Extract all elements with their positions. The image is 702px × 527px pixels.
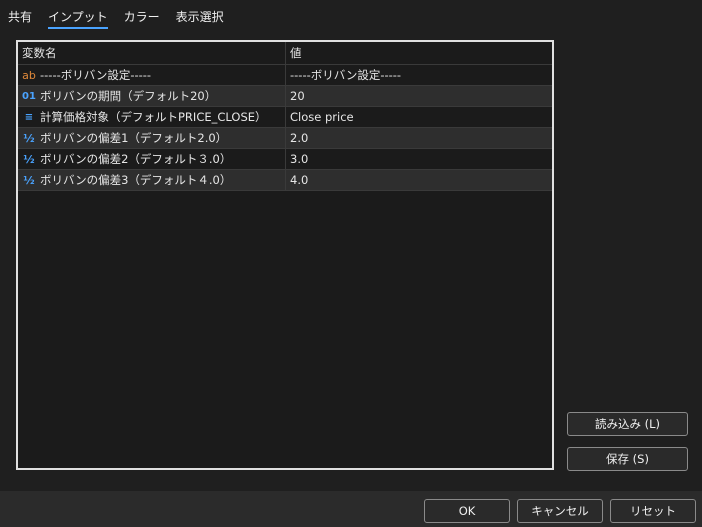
table-row[interactable]: ½ ボリバンの偏差3（デフォルト４.0） 4.0 (18, 170, 552, 191)
parameter-label: ボリバンの偏差3（デフォルト４.0） (40, 173, 232, 187)
tab-inputs[interactable]: インプット (40, 0, 116, 32)
parameter-label: ボリバンの期間（デフォルト20） (40, 89, 217, 103)
parameter-name: ½ ボリバンの偏差3（デフォルト４.0） (18, 170, 286, 190)
table-row[interactable]: ab -----ボリバン設定----- -----ボリバン設定----- (18, 65, 552, 86)
reset-button[interactable]: リセット (610, 499, 696, 523)
table-row[interactable]: ≡ 計算価格対象（デフォルトPRICE_CLOSE） Close price (18, 107, 552, 128)
double-type-icon: ½ (23, 131, 35, 145)
parameter-name: 01 ボリバンの期間（デフォルト20） (18, 86, 286, 106)
parameter-label: 計算価格対象（デフォルトPRICE_CLOSE） (40, 110, 267, 124)
double-type-icon: ½ (23, 173, 35, 187)
save-button[interactable]: 保存 (S) (567, 447, 688, 471)
dialog-footer: OK キャンセル リセット (0, 491, 702, 527)
parameter-value[interactable]: 2.0 (286, 128, 552, 148)
load-button[interactable]: 読み込み (L) (567, 412, 688, 436)
parameter-value[interactable]: Close price (286, 107, 552, 127)
enum-type-icon: ≡ (24, 111, 34, 123)
integer-type-icon: 01 (22, 90, 36, 102)
parameter-name: ½ ボリバンの偏差1（デフォルト2.0） (18, 128, 286, 148)
cancel-button[interactable]: キャンセル (517, 499, 603, 523)
table-header: 変数名 値 (18, 42, 552, 65)
string-type-icon: ab (22, 68, 36, 82)
parameter-name: ≡ 計算価格対象（デフォルトPRICE_CLOSE） (18, 107, 286, 127)
parameter-value[interactable]: -----ボリバン設定----- (286, 65, 552, 85)
table-row[interactable]: ½ ボリバンの偏差1（デフォルト2.0） 2.0 (18, 128, 552, 149)
double-type-icon: ½ (23, 152, 35, 166)
tab-visualization[interactable]: 表示選択 (168, 0, 232, 32)
column-header-name[interactable]: 変数名 (18, 42, 286, 64)
parameter-label: ボリバンの偏差2（デフォルト３.0） (40, 152, 232, 166)
tab-common[interactable]: 共有 (0, 0, 40, 32)
parameter-name: ab -----ボリバン設定----- (18, 65, 286, 85)
tab-colors[interactable]: カラー (116, 0, 168, 32)
table-row[interactable]: 01 ボリバンの期間（デフォルト20） 20 (18, 86, 552, 107)
parameter-label: -----ボリバン設定----- (40, 68, 152, 82)
parameters-table: 変数名 値 ab -----ボリバン設定----- -----ボリバン設定---… (16, 40, 554, 470)
inputs-panel: 共有 インプット カラー 表示選択 変数名 値 ab -----ボリバン設定--… (0, 0, 702, 491)
parameter-value[interactable]: 3.0 (286, 149, 552, 169)
parameter-value[interactable]: 20 (286, 86, 552, 106)
parameter-name: ½ ボリバンの偏差2（デフォルト３.0） (18, 149, 286, 169)
parameter-label: ボリバンの偏差1（デフォルト2.0） (40, 131, 228, 145)
parameter-value[interactable]: 4.0 (286, 170, 552, 190)
column-header-value[interactable]: 値 (286, 42, 552, 64)
ok-button[interactable]: OK (424, 499, 510, 523)
tab-bar: 共有 インプット カラー 表示選択 (0, 0, 702, 32)
table-row[interactable]: ½ ボリバンの偏差2（デフォルト３.0） 3.0 (18, 149, 552, 170)
